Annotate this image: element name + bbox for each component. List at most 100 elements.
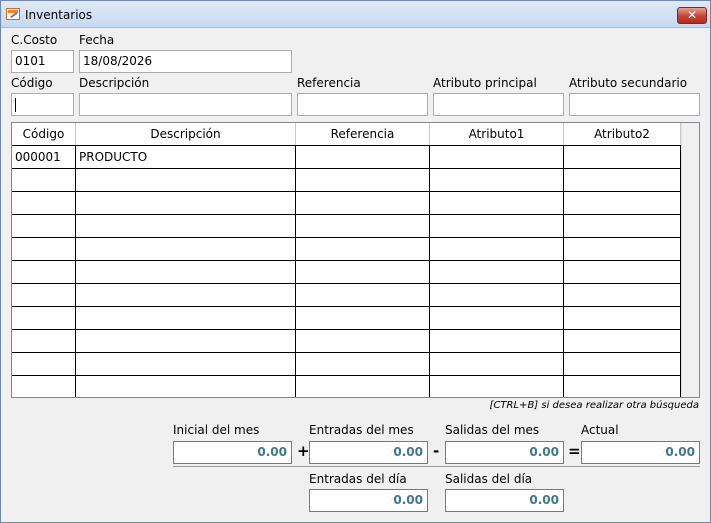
cell-atributo2[interactable] <box>564 169 681 191</box>
cell-codigo[interactable] <box>12 353 76 375</box>
products-grid[interactable]: Código Descripción Referencia Atributo1 … <box>11 122 700 398</box>
cell-referencia[interactable] <box>296 169 430 191</box>
cell-descripcion[interactable] <box>76 330 296 352</box>
cell-descripcion[interactable] <box>76 307 296 329</box>
cell-codigo[interactable]: 000001 <box>12 146 76 168</box>
referencia-label: Referencia <box>297 76 361 90</box>
table-row[interactable] <box>12 353 681 376</box>
cell-descripcion[interactable] <box>76 238 296 260</box>
cell-referencia[interactable] <box>296 238 430 260</box>
title-bar[interactable]: Inventarios ✕ <box>1 1 710 28</box>
cell-atributo2[interactable] <box>564 307 681 329</box>
cell-atributo2[interactable] <box>564 376 681 397</box>
cell-referencia[interactable] <box>296 146 430 168</box>
cell-descripcion[interactable] <box>76 261 296 283</box>
cell-atributo1[interactable] <box>430 353 564 375</box>
table-row[interactable]: 000001 PRODUCTO <box>12 146 681 169</box>
cell-referencia[interactable] <box>296 284 430 306</box>
column-header-atributo2[interactable]: Atributo2 <box>564 123 681 145</box>
column-header-referencia[interactable]: Referencia <box>296 123 430 145</box>
column-header-codigo[interactable]: Código <box>12 123 76 145</box>
cell-atributo2[interactable] <box>564 238 681 260</box>
cell-atributo1[interactable] <box>430 284 564 306</box>
referencia-search-input[interactable] <box>297 93 428 116</box>
cell-atributo1[interactable] <box>430 192 564 214</box>
table-row[interactable] <box>12 261 681 284</box>
grid-scrollbar[interactable] <box>681 123 699 397</box>
cell-referencia[interactable] <box>296 353 430 375</box>
cell-atributo1[interactable] <box>430 146 564 168</box>
app-icon <box>6 8 20 20</box>
fecha-field[interactable]: 18/08/2026 <box>79 50 292 73</box>
codigo-label: Código <box>11 76 53 90</box>
table-row[interactable] <box>12 307 681 330</box>
cell-descripcion[interactable] <box>76 376 296 397</box>
salidas-dia-value: 0.00 <box>445 489 564 512</box>
atributo-principal-search-input[interactable] <box>433 93 564 116</box>
entradas-dia-value: 0.00 <box>309 489 428 512</box>
inicial-mes-label: Inicial del mes <box>173 423 260 437</box>
cell-codigo[interactable] <box>12 215 76 237</box>
close-button[interactable]: ✕ <box>677 7 707 24</box>
cell-codigo[interactable] <box>12 307 76 329</box>
cell-atributo2[interactable] <box>564 215 681 237</box>
entradas-mes-label: Entradas del mes <box>309 423 414 437</box>
cell-atributo1[interactable] <box>430 238 564 260</box>
cell-atributo2[interactable] <box>564 330 681 352</box>
table-row[interactable] <box>12 215 681 238</box>
cell-codigo[interactable] <box>12 330 76 352</box>
cell-codigo[interactable] <box>12 238 76 260</box>
window-title: Inventarios <box>25 8 93 22</box>
cell-codigo[interactable] <box>12 261 76 283</box>
cell-atributo1[interactable] <box>430 376 564 397</box>
ccosto-label: C.Costo <box>11 33 58 47</box>
cell-descripcion[interactable]: PRODUCTO <box>76 146 296 168</box>
inventarios-window: Inventarios ✕ C.Costo 0101 Fecha 18/08/2… <box>0 0 711 523</box>
table-row[interactable] <box>12 238 681 261</box>
cell-atributo2[interactable] <box>564 261 681 283</box>
cell-descripcion[interactable] <box>76 215 296 237</box>
cell-descripcion[interactable] <box>76 192 296 214</box>
cell-codigo[interactable] <box>12 284 76 306</box>
table-row[interactable] <box>12 169 681 192</box>
descripcion-label: Descripción <box>79 76 150 90</box>
cell-atributo2[interactable] <box>564 192 681 214</box>
cell-descripcion[interactable] <box>76 169 296 191</box>
cell-atributo2[interactable] <box>564 284 681 306</box>
entradas-mes-value: 0.00 <box>309 441 428 464</box>
plus-sign: + <box>297 442 310 460</box>
cell-atributo1[interactable] <box>430 169 564 191</box>
cell-referencia[interactable] <box>296 307 430 329</box>
salidas-mes-label: Salidas del mes <box>445 423 540 437</box>
grid-header: Código Descripción Referencia Atributo1 … <box>12 123 681 146</box>
cell-referencia[interactable] <box>296 330 430 352</box>
table-row[interactable] <box>12 376 681 397</box>
search-hint: [CTRL+B] si desea realizar otra búsqueda <box>489 400 699 411</box>
cell-codigo[interactable] <box>12 376 76 397</box>
cell-atributo1[interactable] <box>430 215 564 237</box>
column-header-atributo1[interactable]: Atributo1 <box>430 123 564 145</box>
cell-referencia[interactable] <box>296 192 430 214</box>
atributo-secundario-label: Atributo secundario <box>569 76 688 90</box>
table-row[interactable] <box>12 284 681 307</box>
cell-codigo[interactable] <box>12 192 76 214</box>
cell-atributo2[interactable] <box>564 146 681 168</box>
cell-atributo1[interactable] <box>430 307 564 329</box>
cell-codigo[interactable] <box>12 169 76 191</box>
salidas-dia-label: Salidas del día <box>445 472 533 486</box>
ccosto-field[interactable]: 0101 <box>11 50 74 73</box>
cell-referencia[interactable] <box>296 261 430 283</box>
cell-referencia[interactable] <box>296 376 430 397</box>
table-row[interactable] <box>12 192 681 215</box>
table-row[interactable] <box>12 330 681 353</box>
cell-atributo2[interactable] <box>564 353 681 375</box>
cell-descripcion[interactable] <box>76 284 296 306</box>
cell-referencia[interactable] <box>296 215 430 237</box>
column-header-descripcion[interactable]: Descripción <box>76 123 296 145</box>
codigo-search-input[interactable] <box>11 93 74 116</box>
cell-atributo1[interactable] <box>430 261 564 283</box>
atributo-secundario-search-input[interactable] <box>569 93 700 116</box>
cell-descripcion[interactable] <box>76 353 296 375</box>
cell-atributo1[interactable] <box>430 330 564 352</box>
descripcion-search-input[interactable] <box>79 93 292 116</box>
